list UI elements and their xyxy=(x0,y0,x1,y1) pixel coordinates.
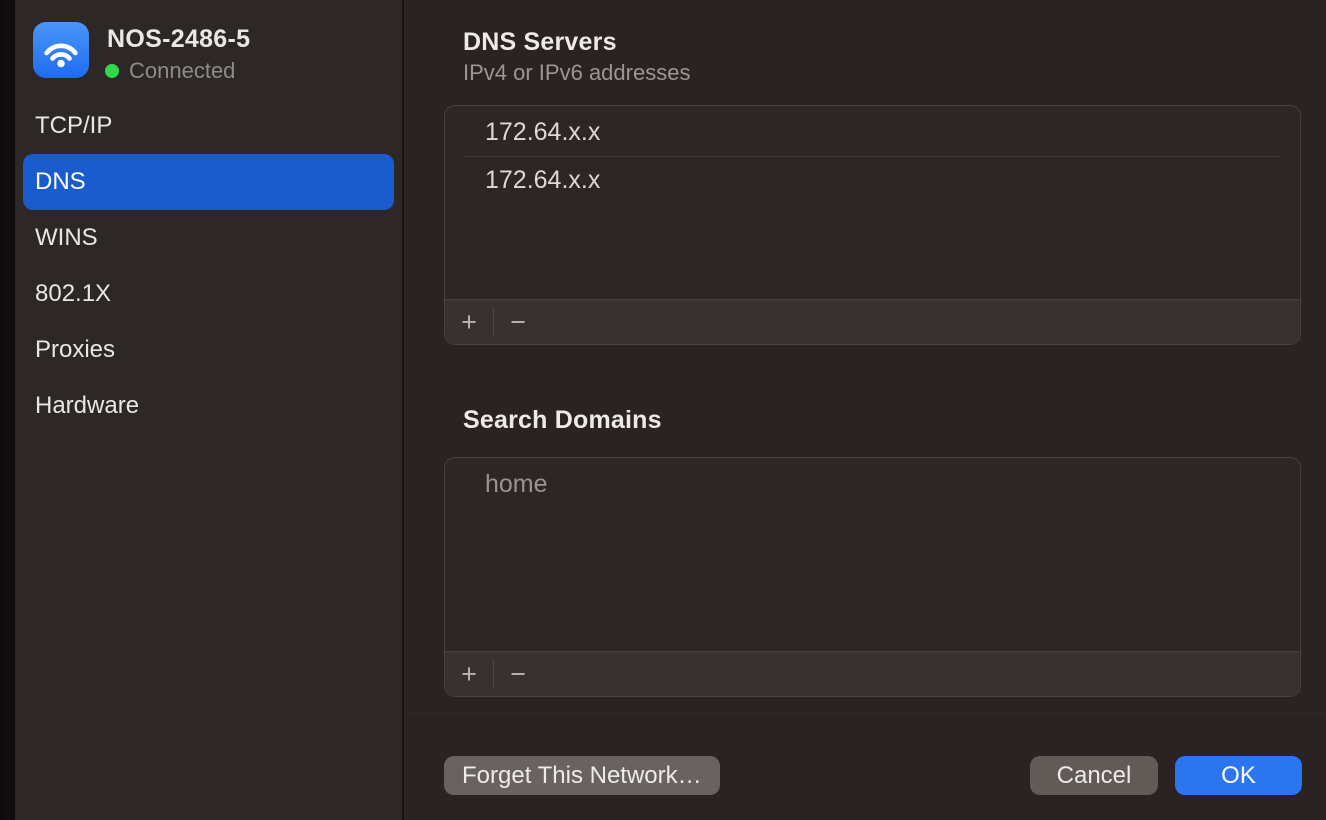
search-domains-list: home + − xyxy=(444,457,1301,697)
dns-servers-list: 172.64.x.x 172.64.x.x + − xyxy=(444,105,1301,345)
search-add-button plus-icon[interactable]: + xyxy=(445,652,493,697)
sidebar-item-proxies[interactable]: Proxies xyxy=(23,322,394,378)
dns-servers-subtitle: IPv4 or IPv6 addresses xyxy=(463,60,690,86)
sidebar-item-hardware[interactable]: Hardware xyxy=(23,378,394,434)
search-domain-row[interactable]: home xyxy=(445,461,1300,508)
connected-status-dot xyxy=(105,64,119,78)
forget-network-button[interactable]: Forget This Network… xyxy=(444,756,720,795)
sidebar-item-dns[interactable]: DNS xyxy=(23,154,394,210)
dns-servers-footer: + − xyxy=(445,299,1300,344)
sidebar: NOS-2486-5 Connected TCP/IP DNS WINS 802… xyxy=(15,0,402,820)
cancel-button[interactable]: Cancel xyxy=(1030,756,1158,795)
connection-status-label: Connected xyxy=(129,58,235,84)
search-remove-button minus-icon[interactable]: − xyxy=(494,652,542,697)
window-edge xyxy=(0,0,15,820)
wifi-icon xyxy=(33,22,89,78)
main-panel: DNS Servers IPv4 or IPv6 addresses 172.6… xyxy=(404,0,1326,820)
connection-status: Connected xyxy=(105,58,235,84)
dns-servers-title: DNS Servers xyxy=(463,28,617,57)
network-name: NOS-2486-5 xyxy=(107,25,250,54)
footer-separator xyxy=(404,713,1326,714)
sidebar-item-tcpip[interactable]: TCP/IP xyxy=(23,98,394,154)
dns-remove-button minus-icon[interactable]: − xyxy=(494,300,542,345)
ok-button[interactable]: OK xyxy=(1175,756,1302,795)
search-domains-footer: + − xyxy=(445,651,1300,696)
dns-servers-rows: 172.64.x.x 172.64.x.x xyxy=(445,106,1300,204)
search-domains-rows: home xyxy=(445,458,1300,508)
dns-server-row[interactable]: 172.64.x.x xyxy=(445,109,1300,156)
sidebar-nav: TCP/IP DNS WINS 802.1X Proxies Hardware xyxy=(15,98,402,434)
search-domains-title: Search Domains xyxy=(463,406,662,435)
sidebar-item-8021x[interactable]: 802.1X xyxy=(23,266,394,322)
dns-server-row[interactable]: 172.64.x.x xyxy=(445,157,1300,204)
dns-add-button plus-icon[interactable]: + xyxy=(445,300,493,345)
sidebar-item-wins[interactable]: WINS xyxy=(23,210,394,266)
